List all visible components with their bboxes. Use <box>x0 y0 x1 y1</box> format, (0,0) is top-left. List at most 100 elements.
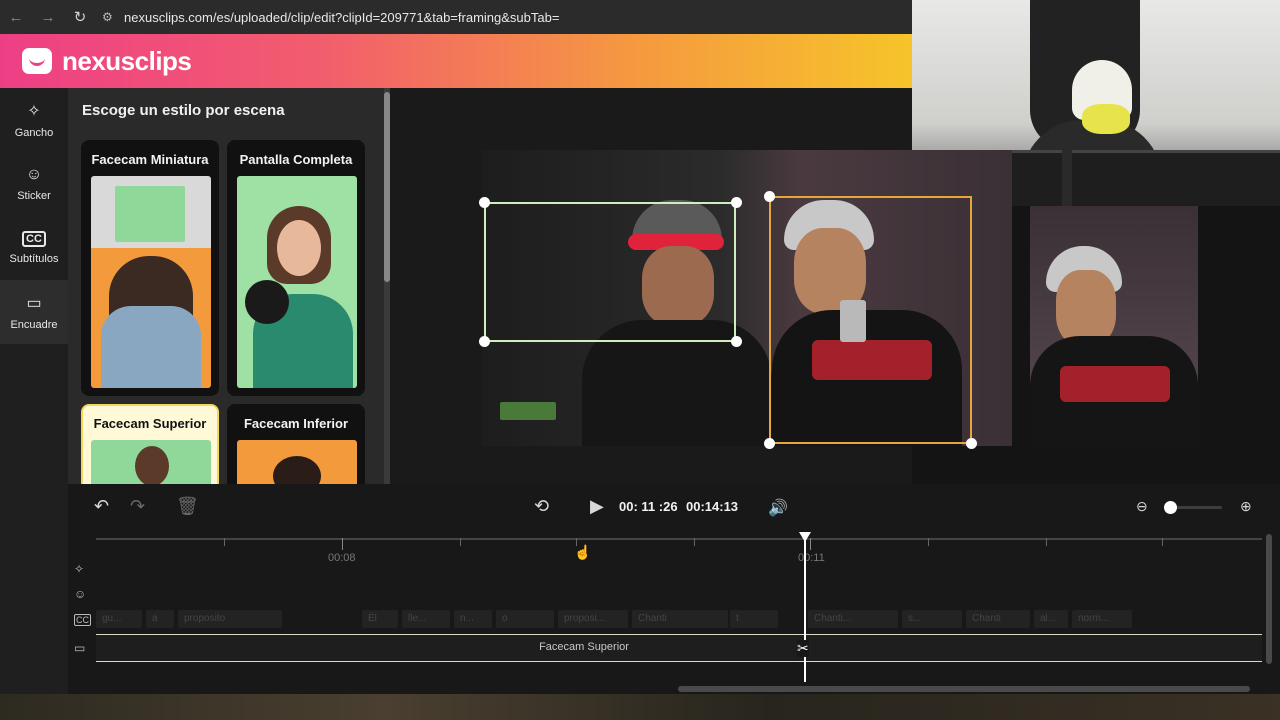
play-icon[interactable]: ▶ <box>590 496 604 517</box>
ruler-tick <box>694 538 695 546</box>
vertical-output-preview <box>1030 206 1198 446</box>
split-scissors-icon[interactable]: ✂ <box>797 640 809 657</box>
card-thumbnail <box>237 440 357 484</box>
ruler-tick <box>1162 538 1163 546</box>
subtitle-chip[interactable]: a <box>146 610 174 628</box>
card-title: Pantalla Completa <box>239 152 353 167</box>
tick-label: 00:11 <box>798 552 825 564</box>
crop-handle-top-left[interactable] <box>479 197 490 208</box>
output-shirt-print <box>1060 366 1170 402</box>
thumbnail-head <box>273 456 321 484</box>
browser-bar: ← → ↻ ⚙ nexusclips.com/es/uploaded/clip/… <box>0 0 912 34</box>
zoom-in-icon[interactable]: ⊕ <box>1240 498 1252 515</box>
content-handle-top-left[interactable] <box>764 191 775 202</box>
subtitle-chip[interactable]: proposi... <box>558 610 628 628</box>
output-face <box>1056 270 1116 346</box>
crop-handle-bottom-right[interactable] <box>731 336 742 347</box>
rail-item-encuadre[interactable]: ▭ Encuadre <box>0 280 68 344</box>
style-card-facecam-superior[interactable]: Facecam Superior <box>81 404 219 484</box>
card-thumbnail <box>91 176 211 388</box>
thumbnail-face <box>135 446 169 484</box>
subtitle-chip[interactable]: al... <box>1034 610 1068 628</box>
style-card-facecam-miniatura[interactable]: Facecam Miniatura <box>81 140 219 396</box>
hook-track-icon: ✧ <box>74 562 85 576</box>
content-handle-bottom-right[interactable] <box>966 438 977 449</box>
subtitle-chip[interactable]: t <box>730 610 778 628</box>
brand-name[interactable]: nexusclips <box>62 46 192 77</box>
content-crop-box[interactable] <box>769 196 972 444</box>
address-bar[interactable]: ⚙ nexusclips.com/es/uploaded/clip/edit?c… <box>102 4 912 30</box>
panel-title: Escoge un estilo por escena <box>82 102 285 119</box>
facecam-crop-box[interactable] <box>484 202 736 342</box>
card-title: Facecam Superior <box>93 416 207 431</box>
style-card-facecam-inferior[interactable]: Facecam Inferior <box>227 404 365 484</box>
replay-icon[interactable]: ⟲ <box>534 496 549 517</box>
site-settings-icon[interactable]: ⚙ <box>102 10 124 24</box>
desktop-background-strip <box>0 694 1280 720</box>
style-card-pantalla-completa[interactable]: Pantalla Completa <box>227 140 365 396</box>
ruler-tick <box>460 538 461 546</box>
url-text: nexusclips.com/es/uploaded/clip/edit?cli… <box>124 9 560 25</box>
ruler-tick <box>928 538 929 546</box>
rail-label: Encuadre <box>10 319 58 331</box>
video-camera-icon: ▭ <box>26 295 42 312</box>
nexusclips-logo-icon[interactable] <box>22 48 52 74</box>
video-track-icon: ▭ <box>74 641 86 655</box>
style-panel: Escoge un estilo por escena Facecam Mini… <box>68 88 390 484</box>
sticker-track-icon: ☺ <box>74 587 87 601</box>
subtitle-chip[interactable]: Chanti <box>632 610 728 628</box>
timeline-ruler[interactable] <box>96 538 1262 540</box>
subtitle-chip[interactable]: proposito <box>178 610 282 628</box>
card-title: Facecam Inferior <box>243 416 349 431</box>
subtitle-chip[interactable]: n... <box>454 610 492 628</box>
subtitle-chip[interactable]: Chanti <box>966 610 1030 628</box>
volume-icon[interactable]: 🔊 <box>768 498 788 518</box>
subtitle-chip[interactable]: lle... <box>402 610 450 628</box>
left-rail: ✧ Gancho ☺ Sticker CC Subtítulos ▭ Encua… <box>0 88 68 694</box>
playhead[interactable] <box>804 540 806 682</box>
subtitle-chip[interactable]: Chanti... <box>808 610 898 628</box>
zoom-out-icon[interactable]: ⊖ <box>1136 498 1148 515</box>
thumbnail-mic <box>245 280 289 324</box>
app-header: nexusclips <box>0 34 912 88</box>
rail-item-subtitulos[interactable]: CC Subtítulos <box>0 216 68 280</box>
forward-arrow-icon[interactable]: → <box>32 0 64 34</box>
redo-icon[interactable]: ↷ <box>130 496 145 517</box>
thumbnail-face <box>277 220 321 276</box>
content-handle-bottom-left[interactable] <box>764 438 775 449</box>
ruler-tick <box>342 538 343 550</box>
subtitle-chip[interactable]: s... <box>902 610 962 628</box>
timeline-toolbar: ↶ ↷ 🗑 ⟲ ▶ 00: 11 :26 00:14:13 🔊 ⊖ ⊕ <box>68 484 1280 532</box>
timeline-horizontal-scrollbar[interactable] <box>678 686 1250 692</box>
video-clip-track[interactable]: Facecam Superior <box>96 634 1262 662</box>
crop-handle-top-right[interactable] <box>731 197 742 208</box>
subtitle-chip[interactable]: Él <box>362 610 398 628</box>
subtitle-chip[interactable]: norm... <box>1072 610 1132 628</box>
rail-label: Gancho <box>14 127 54 139</box>
tick-label: 00:08 <box>328 552 356 564</box>
back-arrow-icon[interactable]: ← <box>0 0 32 34</box>
trash-icon[interactable]: 🗑 <box>176 496 199 517</box>
card-title: Facecam Miniatura <box>91 152 209 167</box>
cap-visor-shape <box>1082 104 1130 134</box>
subtitle-chip[interactable]: o <box>496 610 554 628</box>
card-thumbnail <box>237 176 357 388</box>
total-time: 00:14:13 <box>686 499 739 514</box>
sticker-icon: ☺ <box>25 166 43 183</box>
ruler-tick <box>1046 538 1047 546</box>
timeline-vertical-scrollbar[interactable] <box>1266 534 1272 664</box>
reload-icon[interactable]: ↻ <box>64 0 96 34</box>
zoom-slider-knob[interactable] <box>1164 501 1177 514</box>
rail-item-sticker[interactable]: ☺ Sticker <box>0 152 68 216</box>
thumbnail-inset <box>115 186 185 242</box>
timeline-panel: ↶ ↷ 🗑 ⟲ ▶ 00: 11 :26 00:14:13 🔊 ⊖ ⊕ 00:0… <box>68 484 1280 694</box>
rail-label: Sticker <box>17 190 51 202</box>
logo-watermark <box>500 402 556 420</box>
undo-icon[interactable]: ↶ <box>94 496 109 517</box>
hand-cursor-icon: ☝ <box>574 544 592 560</box>
rail-item-gancho[interactable]: ✧ Gancho <box>0 88 68 152</box>
card-thumbnail <box>91 440 211 484</box>
subtitle-chip[interactable]: gu... <box>96 610 142 628</box>
video-clip-label: Facecam Superior <box>539 641 629 653</box>
crop-handle-bottom-left[interactable] <box>479 336 490 347</box>
